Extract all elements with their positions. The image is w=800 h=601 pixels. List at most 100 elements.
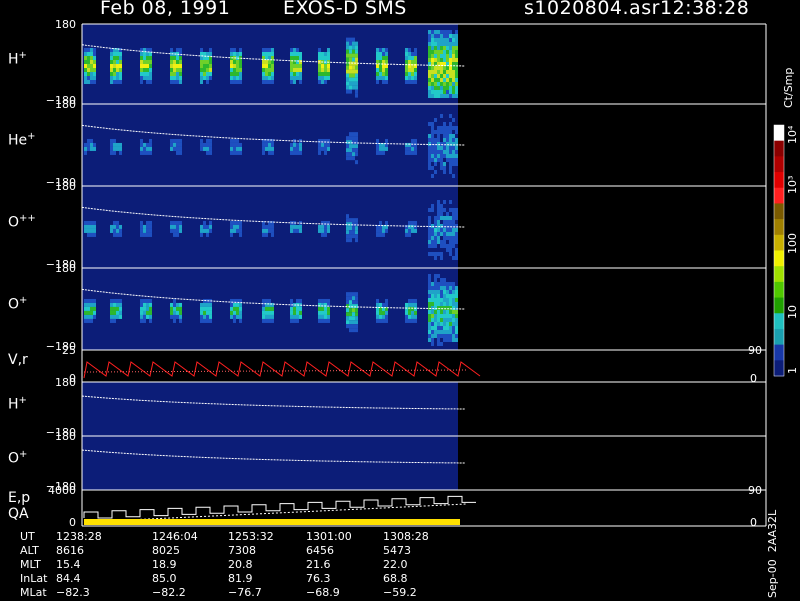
panel-0-cell <box>349 77 352 82</box>
panel-0-block-cell <box>428 94 431 98</box>
panel-2-block-cell <box>452 236 455 240</box>
panel-0-cell <box>376 68 379 72</box>
panel-3-cell <box>233 306 236 311</box>
panel-1-block-cell <box>440 114 443 118</box>
panel-0-cell <box>236 64 239 68</box>
panel-2-cell <box>143 232 146 237</box>
panel-3-cell <box>84 314 87 319</box>
panel-3-cell <box>346 296 349 301</box>
panel-3-block-cell <box>434 306 437 310</box>
panel-0-cell <box>349 65 352 70</box>
panel-3-cell <box>233 314 236 319</box>
panel-3-cell <box>385 310 388 315</box>
panel-0-block-cell <box>431 30 434 34</box>
panel-0-cell <box>116 64 119 68</box>
panel-0-block-cell <box>443 34 446 38</box>
panel-0-cell <box>84 60 87 64</box>
panel-2-cell <box>385 220 388 225</box>
panel-0-cell <box>239 72 242 76</box>
panel-3-cell <box>140 306 143 311</box>
panel-1-block-cell <box>428 146 431 150</box>
panel-1-cell <box>84 150 87 155</box>
panel-1-cell <box>93 142 96 147</box>
panel-3-cell <box>376 318 379 323</box>
footer-row-name: UT <box>20 530 35 543</box>
panel-1-cell <box>84 146 87 151</box>
colorbar-swatch <box>774 172 784 189</box>
panel-0-cell <box>140 72 143 76</box>
panel-0-cell <box>140 76 143 80</box>
footer-value: 8025 <box>152 544 180 557</box>
panel-3-cell <box>327 318 330 323</box>
panel-3-block-cell <box>443 310 446 314</box>
panel-0-cell <box>206 68 209 72</box>
panel-2-cell <box>230 228 233 233</box>
panel-0-block-cell <box>455 82 458 86</box>
panel-3-cell <box>411 314 414 319</box>
panel-1-cell <box>146 146 149 151</box>
panel-1-block-cell <box>437 158 440 162</box>
panel-0-block-cell <box>437 78 440 82</box>
panel-1-block-cell <box>443 122 446 126</box>
panel-2-cell <box>143 224 146 229</box>
colorbar-swatch <box>774 344 784 361</box>
footer-row-name: MLT <box>20 558 41 571</box>
panel-3-cell <box>110 318 113 323</box>
panel-0-block-cell <box>434 42 437 46</box>
panel-3-cell <box>170 314 173 319</box>
panel-3-block-cell <box>449 314 452 318</box>
panel-0-cell <box>173 72 176 76</box>
panel-3-cell <box>149 306 152 311</box>
panel-3-block-cell <box>428 338 431 342</box>
footer-row-mlt: MLT 15.4 18.9 20.8 21.6 22.0 <box>0 558 470 573</box>
panel-0-block-cell <box>437 70 440 74</box>
panel-0-cell <box>324 68 327 72</box>
panel-2-cell <box>271 232 274 237</box>
panel-2-cell <box>346 238 349 243</box>
panel-0-cell <box>110 80 113 84</box>
panel-0-cell <box>113 60 116 64</box>
panel-2-block-cell <box>452 244 455 248</box>
panel-3-block-cell <box>437 282 440 286</box>
footer-value: 1308:28 <box>383 530 429 543</box>
panel-0-block-cell <box>437 42 440 46</box>
panel-label-0: H+ <box>8 50 27 68</box>
panel-2-cell <box>349 222 352 227</box>
panel-3-cell <box>84 302 87 307</box>
panel-0-cell <box>385 56 388 60</box>
panel-label-3: O+ <box>8 295 28 313</box>
panel-0-cell <box>293 68 296 72</box>
panel-2-cell <box>411 220 414 225</box>
panel-0-cell <box>271 76 274 80</box>
panel-3-cell <box>271 318 274 323</box>
panel-0-cell <box>296 56 299 60</box>
panel-3-cell <box>230 314 233 319</box>
panel-0-cell <box>405 72 408 76</box>
panel-0-cell <box>236 72 239 76</box>
footer-value: 5473 <box>383 544 411 557</box>
panel-0-cell <box>230 68 233 72</box>
panel-3-cell <box>411 318 414 323</box>
panel-2-cell <box>93 228 96 233</box>
panel-3-cell <box>355 308 358 313</box>
panel-2-cell <box>140 224 143 229</box>
panel-0-cell <box>385 68 388 72</box>
panel-3-block-cell <box>449 294 452 298</box>
panel-3-cell <box>411 306 414 311</box>
panel-3-cell <box>200 310 203 315</box>
panel-2-cell <box>408 224 411 229</box>
panel-0-cell <box>293 48 296 52</box>
panel-3-block-cell <box>437 330 440 334</box>
panel-2-block-cell <box>431 232 434 236</box>
panel-0-cell <box>236 68 239 72</box>
panel-3-cell <box>346 312 349 317</box>
panel-0-cell <box>382 64 385 68</box>
panel-3-cell <box>230 302 233 307</box>
panel-1-cell <box>262 146 265 151</box>
panel-0-block-cell <box>431 74 434 78</box>
panel-3-cell <box>203 314 206 319</box>
panel-0-block-cell <box>446 70 449 74</box>
panel-0-block-cell <box>431 54 434 58</box>
panel-1-cell <box>110 146 113 151</box>
panel-0-cell <box>352 73 355 78</box>
